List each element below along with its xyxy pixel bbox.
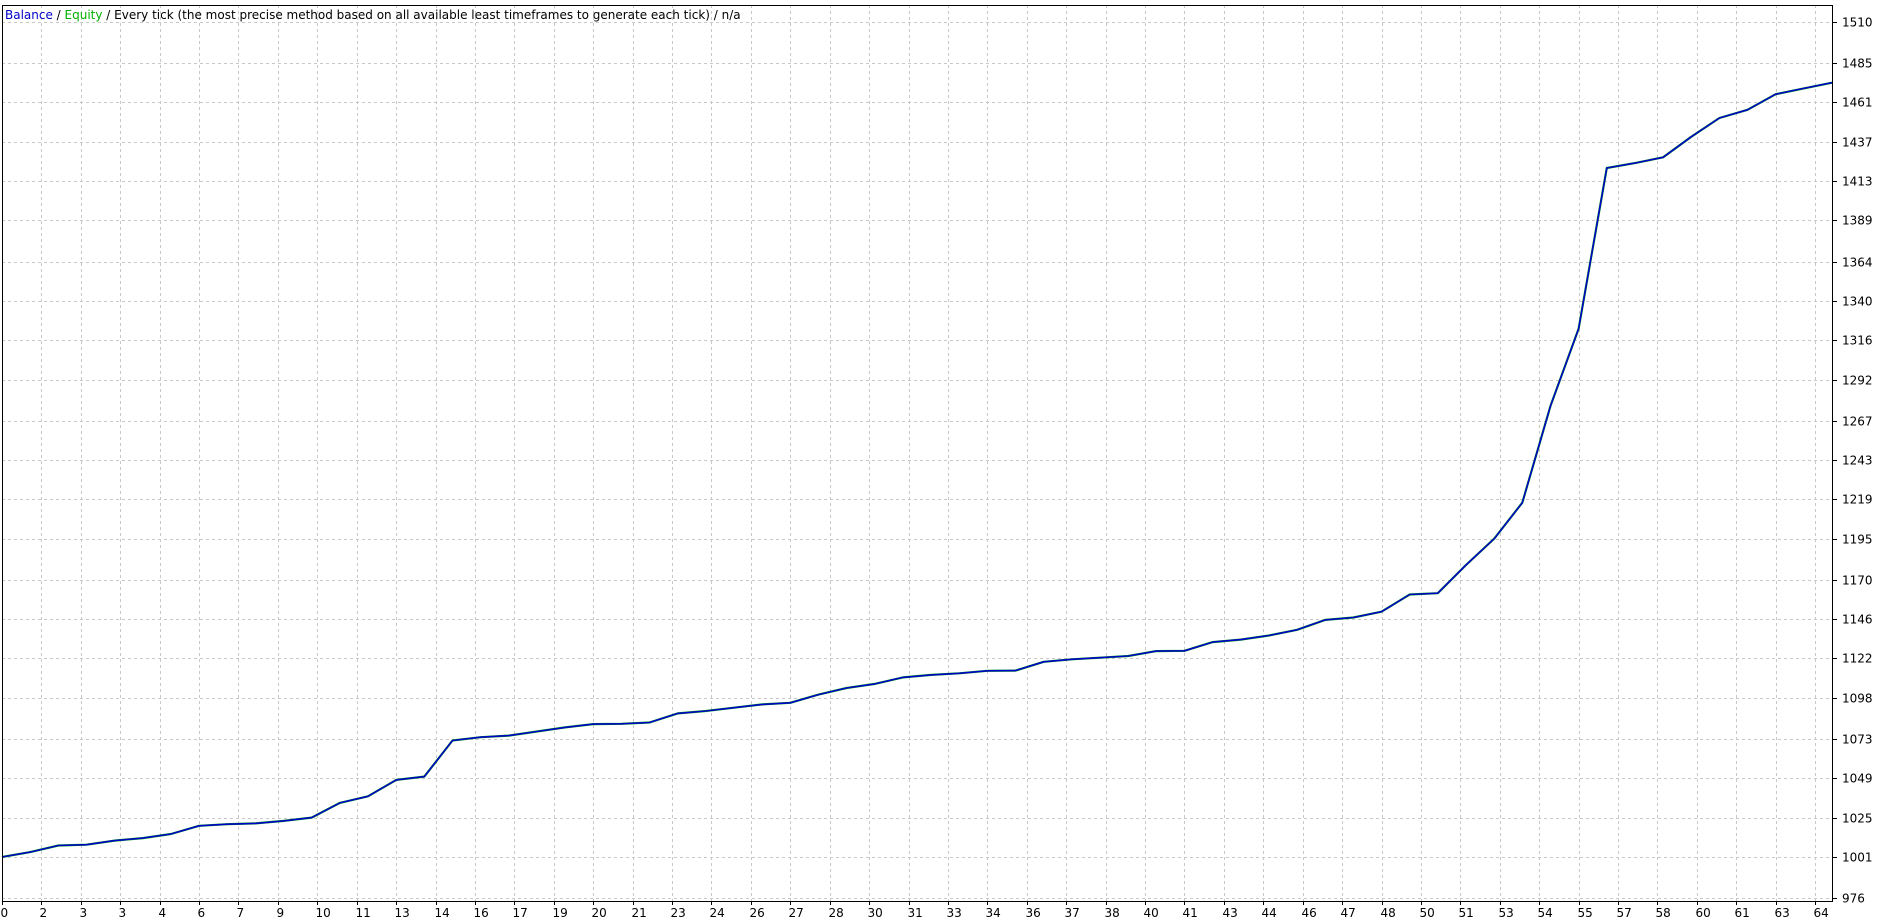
y-tick-label: 1267: [1842, 415, 1873, 429]
x-tick-label: 55: [1578, 906, 1593, 920]
x-tick-label: 21: [632, 906, 647, 920]
legend-separator: /: [52, 8, 65, 22]
x-tick-label: 17: [513, 906, 528, 920]
x-tick-label: 6: [198, 906, 206, 920]
x-tick-label: 30: [868, 906, 883, 920]
x-tick-label: 51: [1459, 906, 1474, 920]
x-tick-label: 60: [1696, 906, 1711, 920]
balance-equity-chart: 976 1001 1025 1049 1073 1098 1122 1146 1170 1195 1…: [0, 0, 1885, 923]
legend-equity-label: Equity: [64, 8, 103, 22]
x-tick-label: 23: [671, 906, 686, 920]
chart-legend: Balance / Equity / Every tick (the most …: [5, 8, 741, 22]
x-tick-label: 37: [1065, 906, 1080, 920]
y-tick-label: 1025: [1842, 812, 1873, 826]
x-tick-label: 2: [40, 906, 48, 920]
y-tick-label: 1389: [1842, 214, 1873, 228]
y-tick-label: 1340: [1842, 295, 1873, 309]
x-tick-label: 43: [1223, 906, 1238, 920]
y-tick-label: 976: [1842, 892, 1865, 906]
x-tick-label: 54: [1538, 906, 1553, 920]
x-tick-label: 33: [947, 906, 962, 920]
x-tick-label: 47: [1341, 906, 1356, 920]
legend-separator: /: [709, 8, 722, 22]
y-tick-label: 1316: [1842, 334, 1873, 348]
x-tick-label: 3: [80, 906, 88, 920]
x-tick-label: 14: [435, 906, 450, 920]
x-tick-label: 28: [829, 906, 844, 920]
y-tick-label: 1049: [1842, 772, 1873, 786]
x-tick-label: 16: [474, 906, 489, 920]
y-tick-label: 1461: [1842, 96, 1873, 110]
x-tick-label: 46: [1302, 906, 1317, 920]
y-tick-label: 1413: [1842, 175, 1873, 189]
x-tick-label: 10: [316, 906, 331, 920]
x-tick-label: 40: [1144, 906, 1159, 920]
x-tick-label: 44: [1262, 906, 1277, 920]
y-tick-label: 1437: [1842, 136, 1873, 150]
x-tick-label: 26: [750, 906, 765, 920]
x-tick-label: 61: [1735, 906, 1750, 920]
chart-background: [0, 0, 1885, 923]
x-tick-label: 50: [1420, 906, 1435, 920]
y-tick-label: 1243: [1842, 454, 1873, 468]
y-tick-label: 1001: [1842, 851, 1873, 865]
x-tick-label: 13: [395, 906, 410, 920]
y-tick-label: 1292: [1842, 374, 1873, 388]
x-tick-label: 7: [237, 906, 245, 920]
x-tick-label: 31: [908, 906, 923, 920]
x-tick-label: 63: [1775, 906, 1790, 920]
x-tick-label: 3: [119, 906, 127, 920]
x-tick-label: 24: [710, 906, 725, 920]
legend-balance-label: Balance: [5, 8, 53, 22]
y-tick-label: 1195: [1842, 533, 1873, 547]
x-tick-label: 36: [1026, 906, 1041, 920]
x-tick-label: 58: [1656, 906, 1671, 920]
y-tick-label: 1122: [1842, 652, 1873, 666]
x-tick-label: 4: [159, 906, 167, 920]
x-tick-label: 53: [1499, 906, 1514, 920]
legend-separator: /: [102, 8, 115, 22]
y-tick-label: 1170: [1842, 574, 1873, 588]
y-tick-label: 1364: [1842, 256, 1873, 270]
x-tick-label: 0: [1, 906, 9, 920]
y-axis-labels: 976 1001 1025 1049 1073 1098 1122 1146 1170 1195 1…: [1842, 16, 1873, 906]
x-tick-label: 11: [356, 906, 371, 920]
x-tick-label: 64: [1814, 906, 1829, 920]
legend-suffix: n/a: [721, 8, 741, 22]
x-tick-label: 20: [592, 906, 607, 920]
y-tick-label: 1073: [1842, 733, 1873, 747]
y-tick-label: 1098: [1842, 692, 1873, 706]
x-tick-label: 27: [789, 906, 804, 920]
x-tick-label: 38: [1105, 906, 1120, 920]
x-tick-label: 9: [277, 906, 285, 920]
x-tick-label: 41: [1183, 906, 1198, 920]
x-tick-label: 19: [553, 906, 568, 920]
legend-model-text: Every tick (the most precise method base…: [114, 8, 710, 22]
x-tick-label: 48: [1381, 906, 1396, 920]
y-tick-label: 1219: [1842, 493, 1873, 507]
y-tick-label: 1146: [1842, 613, 1873, 627]
chart-plot-area: 9761001102510491073109811221146117011951…: [0, 0, 1885, 923]
y-tick-label: 1510: [1842, 16, 1873, 30]
x-tick-label: 34: [986, 906, 1001, 920]
x-tick-label: 57: [1617, 906, 1632, 920]
y-tick-label: 1485: [1842, 57, 1873, 71]
